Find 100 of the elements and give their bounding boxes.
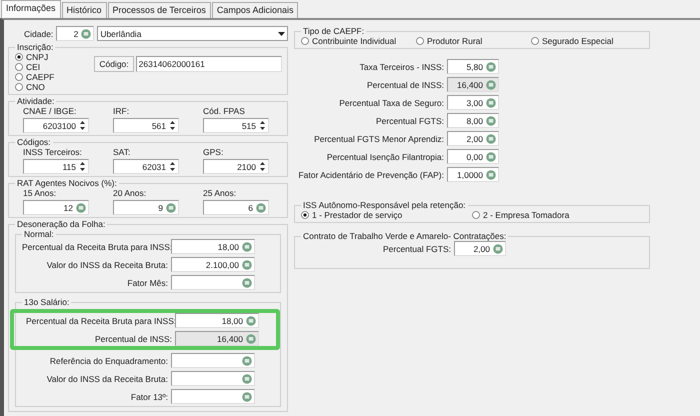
radio-label: Segurado Especial bbox=[542, 36, 614, 46]
calculator-icon[interactable] bbox=[81, 28, 92, 38]
input-field[interactable] bbox=[171, 389, 255, 404]
field-label: SAT: bbox=[113, 147, 132, 157]
field-label: 25 Anos: bbox=[203, 188, 238, 198]
input-field[interactable]: 1,0000 bbox=[447, 167, 499, 182]
calculator-icon[interactable] bbox=[246, 316, 256, 326]
calculator-icon[interactable] bbox=[486, 170, 496, 180]
input-field[interactable]: 62031 bbox=[113, 159, 179, 174]
input-field[interactable]: 18,00 bbox=[175, 313, 259, 328]
radio-button[interactable] bbox=[15, 53, 23, 61]
input-field[interactable]: 2.100,00 bbox=[171, 257, 255, 272]
field-label: Fator 13º: bbox=[130, 392, 168, 402]
tab[interactable]: Campos Adicionais bbox=[212, 2, 298, 18]
field-label: Percentual Taxa de Seguro: bbox=[338, 98, 444, 108]
input-field[interactable]: 2,00 bbox=[454, 241, 506, 256]
input-field[interactable]: 6203100 bbox=[23, 118, 89, 133]
field-label: Cidade: bbox=[24, 28, 54, 38]
calculator-icon[interactable] bbox=[246, 334, 256, 344]
field-label: 15 Anos: bbox=[23, 188, 58, 198]
radio-button[interactable] bbox=[416, 37, 424, 45]
input-field[interactable]: 9 bbox=[113, 200, 179, 215]
calculator-icon[interactable] bbox=[242, 278, 252, 288]
input-field[interactable]: 2 bbox=[56, 26, 94, 41]
input-field[interactable]: 26314062000161 bbox=[136, 56, 282, 72]
calculator-icon[interactable] bbox=[242, 374, 252, 384]
radio-label: 2 - Empresa Tomadora bbox=[483, 210, 570, 220]
input-field[interactable]: 18,00 bbox=[171, 239, 255, 254]
field-label: Percentual FGTS: bbox=[382, 244, 451, 254]
tab[interactable]: Processos de Terceiros bbox=[108, 2, 211, 18]
calculator-icon[interactable] bbox=[486, 116, 496, 126]
input-field[interactable]: 5,80 bbox=[447, 59, 499, 74]
city-dropdown[interactable]: Uberlândia bbox=[97, 26, 288, 41]
radio-button[interactable] bbox=[301, 37, 309, 45]
input-field[interactable]: 16,400 bbox=[175, 331, 259, 346]
tab[interactable]: Histórico bbox=[62, 2, 107, 18]
radio-button[interactable] bbox=[531, 37, 539, 45]
field-label: 20 Anos: bbox=[113, 188, 148, 198]
input-field[interactable]: 8,00 bbox=[447, 113, 499, 128]
radio-label: CAEPF bbox=[26, 72, 54, 82]
group-title: Códigos: bbox=[16, 137, 52, 147]
radio-label: 1 - Prestador de serviço bbox=[312, 210, 402, 220]
field-label: Percentual de INSS: bbox=[94, 334, 172, 344]
input-field[interactable]: 561 bbox=[113, 118, 179, 133]
field-label: Código: bbox=[94, 56, 134, 72]
spin-arrows-icon[interactable] bbox=[79, 161, 86, 172]
field-label: Fator Mês: bbox=[126, 278, 168, 288]
calculator-icon[interactable] bbox=[486, 134, 496, 144]
calculator-icon[interactable] bbox=[486, 98, 496, 108]
calculator-icon[interactable] bbox=[242, 392, 252, 402]
radio-button[interactable] bbox=[472, 211, 480, 219]
radio-button[interactable] bbox=[301, 211, 309, 219]
calculator-icon[interactable] bbox=[486, 80, 496, 90]
radio-label: Contribuinte Individual bbox=[312, 36, 396, 46]
input-field[interactable]: 2,00 bbox=[447, 131, 499, 146]
calculator-icon[interactable] bbox=[242, 356, 252, 366]
calculator-icon[interactable] bbox=[242, 260, 252, 270]
calculator-icon[interactable] bbox=[166, 202, 176, 212]
input-field[interactable]: 115 bbox=[23, 159, 89, 174]
input-field[interactable] bbox=[171, 353, 255, 368]
spin-arrows-icon[interactable] bbox=[259, 120, 266, 131]
calculator-icon[interactable] bbox=[242, 242, 252, 252]
input-field[interactable]: 0,00 bbox=[447, 149, 499, 164]
field-label: Percentual FGTS Menor Aprendiz: bbox=[313, 134, 444, 144]
input-field[interactable]: 16,400 bbox=[447, 77, 499, 92]
radio-button[interactable] bbox=[15, 63, 23, 71]
group-title: Tipo de CAEPF: bbox=[302, 26, 366, 36]
input-field[interactable]: 2100 bbox=[203, 159, 269, 174]
group-title: RAT Agentes Nocivos (%): bbox=[16, 178, 118, 188]
radio-label: Produtor Rural bbox=[427, 36, 482, 46]
tab[interactable]: Informações bbox=[1, 0, 61, 18]
input-field[interactable]: 12 bbox=[23, 200, 89, 215]
input-field[interactable]: 515 bbox=[203, 118, 269, 133]
input-field[interactable] bbox=[171, 275, 255, 290]
spin-arrows-icon[interactable] bbox=[79, 120, 86, 131]
field-label: Valor do INSS da Receita Bruta: bbox=[46, 260, 168, 270]
group-title: 13o Salário: bbox=[23, 297, 70, 307]
radio-button[interactable] bbox=[15, 83, 23, 91]
radio-button[interactable] bbox=[15, 73, 23, 81]
group-title: Normal: bbox=[23, 229, 55, 239]
field-label: Taxa Terceiros - INSS: bbox=[358, 62, 444, 72]
field-label: GPS: bbox=[203, 147, 224, 157]
spin-arrows-icon[interactable] bbox=[169, 120, 176, 131]
input-field[interactable]: 3,00 bbox=[447, 95, 499, 110]
field-label: Percentual de INSS: bbox=[366, 80, 444, 90]
field-label: Cód. FPAS bbox=[203, 106, 246, 116]
calculator-icon[interactable] bbox=[486, 62, 496, 72]
calculator-icon[interactable] bbox=[76, 202, 86, 212]
spin-arrows-icon[interactable] bbox=[259, 161, 266, 172]
calculator-icon[interactable] bbox=[486, 152, 496, 162]
calculator-icon[interactable] bbox=[256, 202, 266, 212]
group-title: Contrato de Trabalho Verde e Amarelo- Contratações: bbox=[302, 231, 508, 241]
field-label: Valor do INSS da Receita Bruta: bbox=[46, 374, 168, 384]
input-field[interactable]: 6 bbox=[203, 200, 269, 215]
field-label: IRF: bbox=[113, 106, 130, 116]
spin-arrows-icon[interactable] bbox=[169, 161, 176, 172]
field-label: Percentual FGTS: bbox=[374, 116, 444, 126]
calculator-icon[interactable] bbox=[493, 244, 503, 254]
field-label: INSS Terceiros: bbox=[23, 147, 83, 157]
input-field[interactable] bbox=[171, 371, 255, 386]
